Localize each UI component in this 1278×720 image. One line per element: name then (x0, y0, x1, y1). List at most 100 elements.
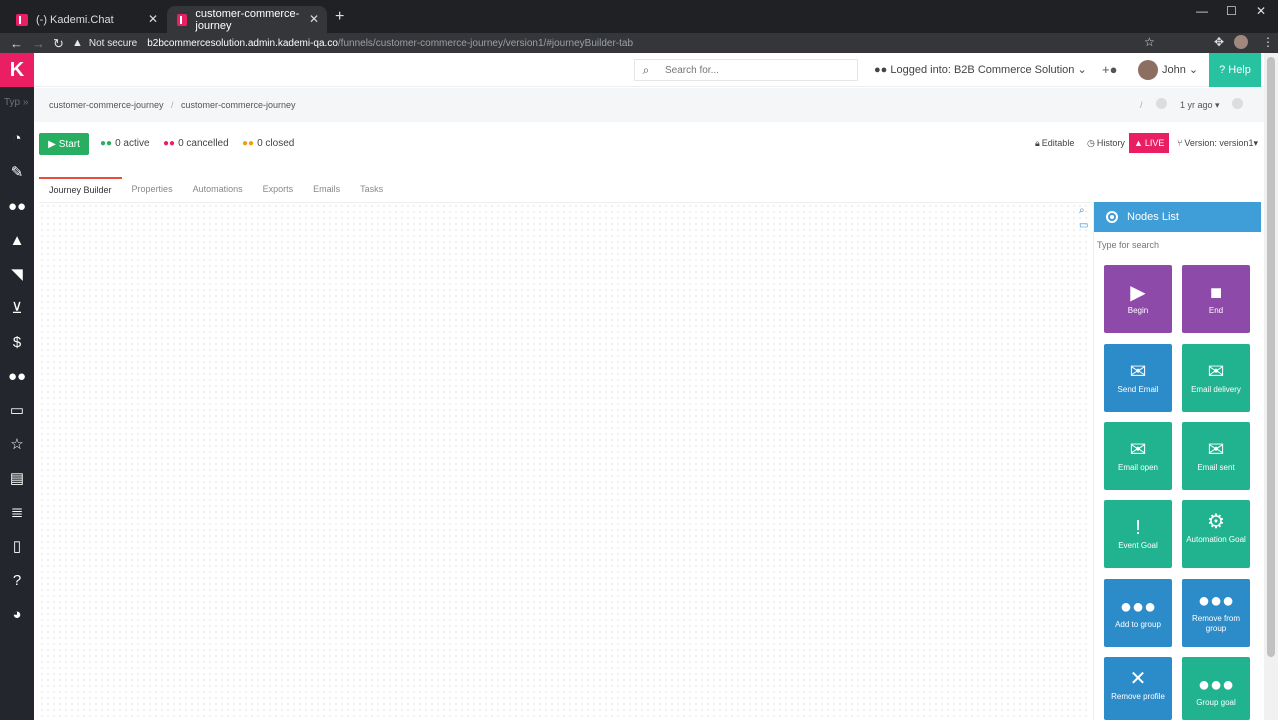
zoom-icon[interactable]: ⌕ (1079, 205, 1085, 216)
rss-icon[interactable]: ◥ (7, 265, 27, 285)
breadcrumb-item[interactable]: customer-commerce-journey (49, 100, 164, 110)
live-badge[interactable]: ▲ LIVE (1129, 133, 1170, 153)
next-version-icon[interactable] (1232, 98, 1243, 109)
stop-circle-icon: ■ (1209, 282, 1223, 304)
profile-avatar-icon[interactable] (1234, 35, 1248, 49)
forward-icon[interactable]: → (32, 36, 45, 51)
help-label: Help (1228, 64, 1251, 76)
browser-menu-icon[interactable]: ⋮ (1262, 35, 1274, 49)
user-menu[interactable]: John ⌄ (1162, 63, 1198, 76)
users-icon: ●● (874, 64, 888, 76)
kademi-favicon-icon (16, 13, 28, 26)
browser-tab-title: (-) Kademi.Chat (36, 13, 114, 26)
logged-into-dropdown[interactable]: ●● Logged into: B2B Commerce Solution ⌄ (874, 63, 1087, 76)
back-icon[interactable]: ← (10, 36, 23, 51)
logged-into-label: Logged into: B2B Commerce Solution (890, 64, 1075, 76)
url-host: b2bcommercesolution.admin.kademi-qa.co (147, 37, 338, 49)
live-label: LIVE (1144, 138, 1165, 148)
sidebar: K Typ » ◔ ✎ ●● ▲ ◥ ⊻ $ ●● ▭ ☆ ▤ ≣ ▯ ? ◕ (0, 53, 34, 720)
edit-icon[interactable]: ✎ (7, 163, 27, 183)
tab-exports[interactable]: Exports (253, 177, 304, 202)
node-email-sent[interactable]: ✉ Email sent (1182, 422, 1250, 490)
group-icon[interactable]: ●● (7, 367, 27, 387)
browser-tab-journey[interactable]: customer-commerce-journey ✕ (167, 6, 327, 33)
envelope-icon: ✉ (1207, 439, 1225, 461)
pie-chart-icon[interactable]: ◕ (7, 605, 27, 625)
star-icon[interactable]: ☆ (7, 435, 27, 455)
sidebar-search[interactable]: Typ » (4, 97, 28, 108)
cancelled-count[interactable]: ●● 0 cancelled (163, 138, 229, 149)
tab-tasks[interactable]: Tasks (350, 177, 393, 202)
node-remove-from-group[interactable]: ●●● Remove from group (1182, 579, 1250, 647)
extensions-icon[interactable]: ✥ (1214, 35, 1224, 49)
new-tab-icon[interactable]: + (335, 8, 344, 26)
close-tab-icon[interactable]: ✕ (148, 12, 158, 26)
node-email-open[interactable]: ✉ Email open (1104, 422, 1172, 490)
dashboard-icon[interactable]: ◔ (7, 129, 27, 149)
tab-emails[interactable]: Emails (303, 177, 350, 202)
prev-version-icon[interactable] (1156, 98, 1167, 109)
node-begin[interactable]: ▶ Begin (1104, 265, 1172, 333)
node-send-email[interactable]: ✉ Send Email (1104, 344, 1172, 412)
id-card-icon[interactable]: ▤ (7, 469, 27, 489)
tab-properties[interactable]: Properties (122, 177, 183, 202)
window-icon[interactable]: ▭ (1079, 220, 1088, 231)
branch-icon: ⑂ (1177, 138, 1183, 148)
cart-icon[interactable]: ⊻ (7, 299, 27, 319)
bookmark-star-icon[interactable]: ☆ (1144, 35, 1155, 49)
file-icon[interactable]: ▯ (7, 537, 27, 557)
browser-tab-title: customer-commerce-journey (195, 7, 300, 32)
reload-icon[interactable]: ↻ (53, 36, 64, 52)
node-add-to-group[interactable]: ●●● Add to group (1104, 579, 1172, 647)
node-label: Remove from group (1191, 614, 1240, 633)
browser-tab-kademi-chat[interactable]: (-) Kademi.Chat ✕ (6, 6, 166, 33)
add-user-icon[interactable]: +● (1102, 62, 1117, 77)
history-button[interactable]: ◷ History (1082, 133, 1130, 153)
monitor-icon[interactable]: ▭ (7, 401, 27, 421)
page-scrollbar[interactable] (1264, 53, 1278, 720)
close-window-icon[interactable]: ✕ (1256, 4, 1266, 18)
node-group-goal[interactable]: ●●● Group goal (1182, 657, 1250, 720)
active-count[interactable]: ●● 0 active (100, 138, 150, 149)
search-icon: ⌕ (642, 62, 650, 77)
node-email-delivery[interactable]: ✉ Email delivery (1182, 344, 1250, 412)
topbar: ⌕ ●● Logged into: B2B Commerce Solution … (34, 53, 1278, 87)
help-button[interactable]: ? Help (1209, 53, 1261, 87)
node-automation-goal[interactable]: ⚙ Automation Goal (1182, 500, 1250, 568)
global-search[interactable]: ⌕ (634, 59, 858, 81)
minimize-icon[interactable]: — (1196, 4, 1208, 18)
graduation-icon[interactable]: ▲ (7, 231, 27, 251)
start-button[interactable]: ▶ Start (39, 133, 89, 155)
node-remove-profile[interactable]: ✕ Remove profile (1104, 657, 1172, 720)
database-icon[interactable]: ≣ (7, 503, 27, 523)
tab-journey-builder[interactable]: Journey Builder (39, 177, 122, 202)
warning-icon: ▲ (1134, 138, 1143, 148)
node-end[interactable]: ■ End (1182, 265, 1250, 333)
editable-button[interactable]: 🔒︎ Editable (1030, 133, 1079, 153)
journey-canvas[interactable]: ⌕ ▭ (39, 203, 1091, 718)
node-event-goal[interactable]: ! Event Goal (1104, 500, 1172, 568)
node-label: Email open (1117, 463, 1159, 472)
closed-count[interactable]: ●● 0 closed (242, 138, 294, 149)
question-icon[interactable]: ? (7, 571, 27, 591)
cancelled-label: 0 cancelled (178, 138, 229, 149)
search-input[interactable] (657, 64, 847, 76)
age-label: 1 yr ago (1180, 100, 1213, 110)
tab-automations[interactable]: Automations (183, 177, 253, 202)
close-tab-icon[interactable]: ✕ (309, 12, 319, 26)
browser-addressbar: ← → ↻ ▲ Not secure b2bcommercesolution.a… (0, 33, 1278, 53)
nodes-search-input[interactable] (1097, 240, 1257, 250)
closed-label: 0 closed (257, 138, 295, 149)
maximize-icon[interactable]: ☐ (1226, 4, 1237, 18)
url-bar[interactable]: ▲ Not secure b2bcommercesolution.admin.k… (72, 33, 1172, 53)
avatar[interactable] (1138, 60, 1158, 80)
node-label: Remove profile (1111, 692, 1165, 701)
version-dropdown[interactable]: ⑂ Version: version1 ▾ (1172, 133, 1263, 153)
age-dropdown[interactable]: 1 yr ago ▾ (1180, 100, 1220, 111)
kademi-logo[interactable]: K (0, 53, 34, 87)
users-icon[interactable]: ●● (7, 197, 27, 217)
breadcrumb-item[interactable]: customer-commerce-journey (181, 100, 296, 110)
dollar-icon[interactable]: $ (7, 333, 27, 353)
lock-icon: 🔒︎ (1035, 137, 1040, 148)
scrollbar-thumb[interactable] (1267, 57, 1275, 657)
